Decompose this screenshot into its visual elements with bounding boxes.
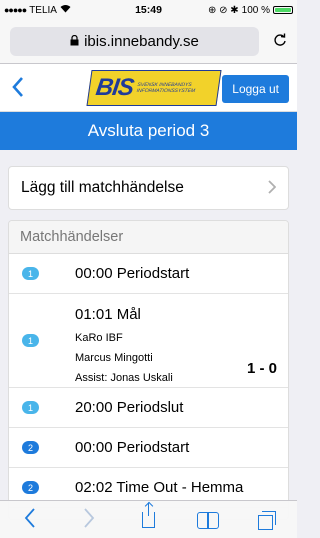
logo-subtitle: SVENSK INNEBANDYS INFORMATIONSSYSTEM (136, 82, 196, 94)
events-panel: Matchhändelser 1 00:00 Periodstart 1 01:… (8, 220, 289, 520)
browser-back-button[interactable] (10, 507, 50, 532)
end-period-button[interactable]: Avsluta period 3 (0, 112, 297, 150)
battery-icon (273, 6, 293, 14)
event-team: KaRo IBF (75, 332, 123, 344)
address-text: ibis.innebandy.se (84, 33, 199, 50)
period-badge: 1 (22, 401, 39, 414)
reload-icon[interactable] (273, 33, 287, 51)
carrier-label: TELIA (29, 4, 57, 16)
logo-text: BIS (94, 74, 135, 101)
add-event-label: Lägg till matchhändelse (21, 179, 184, 196)
signal-indicator: ●●●●● (4, 5, 27, 15)
book-icon (196, 511, 219, 529)
status-bar: ●●●●● TELIA 15:49 ⊕ ⊘ ✱ 100 % (0, 0, 297, 20)
event-title: 00:00 Periodstart (75, 265, 190, 282)
add-event-button[interactable]: Lägg till matchhändelse (8, 166, 289, 210)
share-button[interactable] (128, 502, 168, 528)
logout-button[interactable]: Logga ut (222, 75, 289, 103)
status-indicator-icons: ⊕ ⊘ ✱ (207, 4, 239, 16)
event-assist: Assist: Jonas Uskali (75, 372, 173, 384)
wifi-icon (60, 4, 71, 16)
browser-toolbar (0, 500, 297, 538)
bis-logo: BIS SVENSK INNEBANDYS INFORMATIONSSYSTEM (86, 70, 222, 106)
event-row[interactable]: 1 01:01 Mål KaRo IBF Marcus Mingotti Ass… (9, 294, 288, 388)
event-row[interactable]: 1 00:00 Periodstart (9, 254, 288, 294)
event-title: 00:00 Periodstart (75, 439, 190, 456)
browser-forward-button[interactable] (69, 507, 109, 532)
events-heading: Matchhändelser (9, 221, 288, 254)
browser-url-bar: ibis.innebandy.se (0, 20, 297, 64)
event-title: 20:00 Periodslut (75, 399, 184, 416)
back-button[interactable] (12, 72, 24, 103)
tabs-button[interactable] (247, 510, 287, 530)
address-field[interactable]: ibis.innebandy.se (10, 27, 259, 56)
period-badge: 1 (22, 267, 39, 280)
app-header: BIS SVENSK INNEBANDYS INFORMATIONSSYSTEM… (0, 64, 297, 112)
bookmarks-button[interactable] (188, 511, 228, 529)
event-title: 01:01 Mål (75, 306, 141, 323)
event-row[interactable]: 2 00:00 Periodstart (9, 428, 288, 468)
share-icon (141, 502, 155, 528)
event-player: Marcus Mingotti (75, 352, 153, 364)
chevron-right-icon (268, 178, 277, 199)
tabs-icon (258, 510, 277, 530)
period-badge: 1 (22, 334, 39, 347)
battery-percent: 100 % (241, 4, 270, 16)
lock-icon (70, 33, 79, 50)
event-row[interactable]: 1 20:00 Periodslut (9, 388, 288, 428)
period-badge: 2 (22, 481, 39, 494)
event-score: 1 - 0 (246, 360, 277, 377)
event-title: 02:02 Time Out - Hemma (75, 479, 244, 496)
period-badge: 2 (22, 441, 39, 454)
end-period-label: Avsluta period 3 (87, 121, 210, 140)
